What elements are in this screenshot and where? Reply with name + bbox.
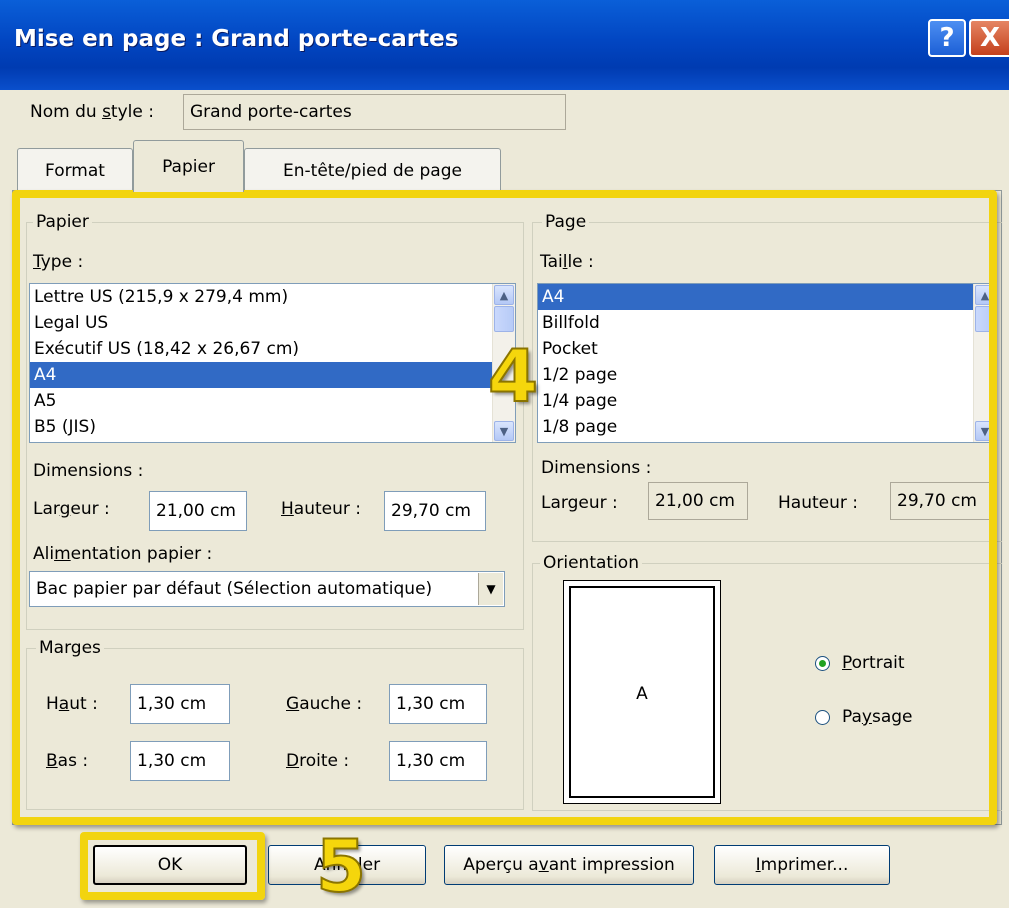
- help-icon: ?: [939, 23, 955, 53]
- style-name-field: Grand porte-cartes: [183, 94, 566, 130]
- step5-number: 5: [315, 824, 367, 908]
- close-icon: X: [979, 23, 1001, 53]
- title-bar: Mise en page : Grand porte-cartes ? X: [0, 0, 1009, 90]
- help-button[interactable]: ?: [928, 19, 966, 57]
- tab-papier[interactable]: Papier: [133, 140, 244, 192]
- style-name-label: Nom du style :: [30, 102, 154, 122]
- tab-format[interactable]: Format: [17, 148, 133, 192]
- close-button[interactable]: X: [969, 19, 1009, 57]
- print-preview-button[interactable]: Aperçu a v ant impression: [444, 845, 694, 885]
- tab-en-tete-pied-de-page[interactable]: En-tête/pied de page: [244, 148, 501, 192]
- step4-number: 4: [487, 334, 539, 418]
- window-title: Mise en page : Grand porte-cartes: [14, 26, 459, 52]
- print-button[interactable]: Imprimer...: [714, 845, 890, 885]
- highlight-frame-step4: [12, 190, 997, 825]
- highlight-frame-step5: [80, 832, 265, 900]
